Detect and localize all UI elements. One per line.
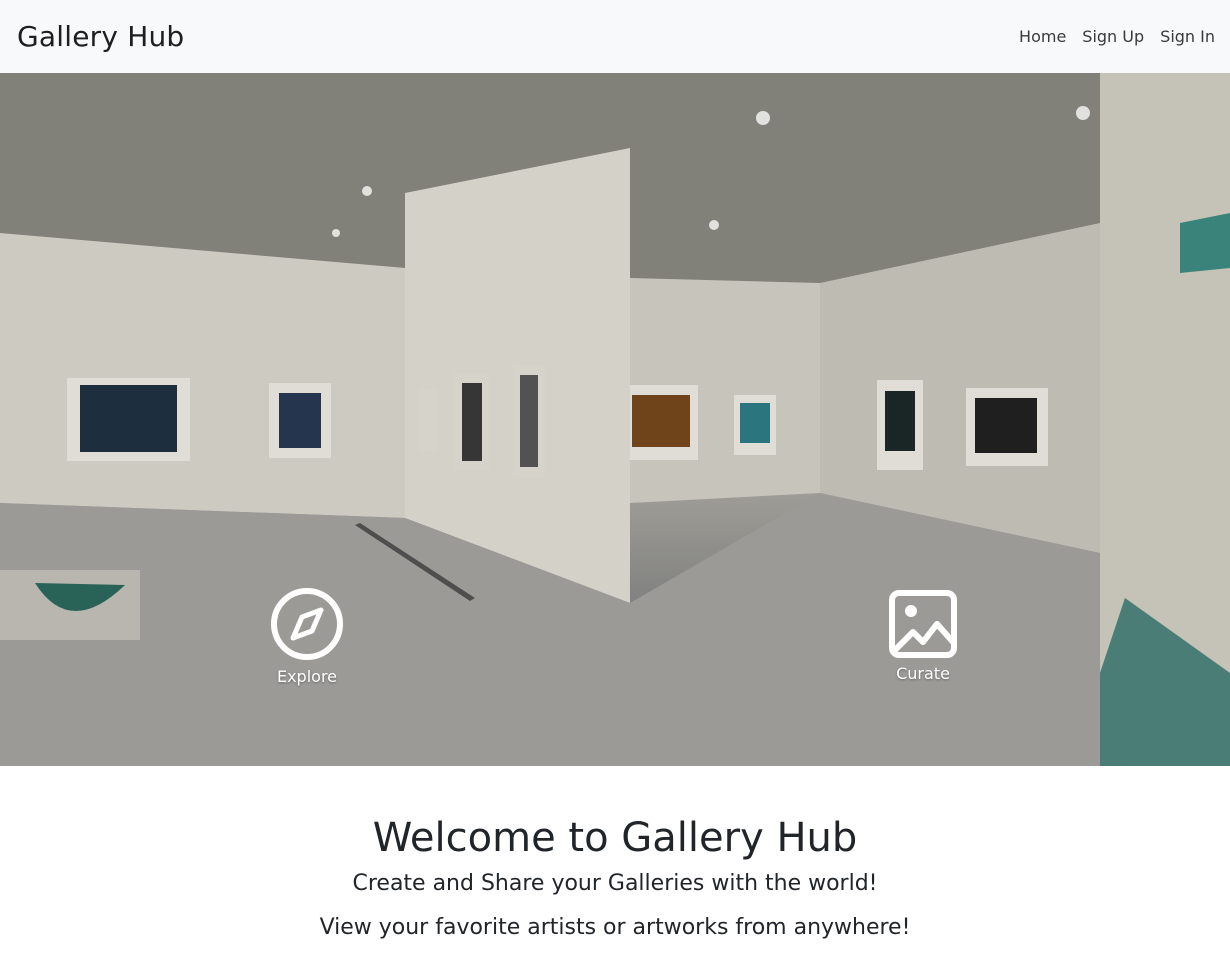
curate-label: Curate [896,664,950,683]
welcome-line-create: Create and Share your Galleries with the… [352,871,878,896]
welcome-title: Welcome to Gallery Hub [372,815,858,861]
nav-home-link[interactable]: Home [1019,27,1066,46]
nav-sign-up-link[interactable]: Sign Up [1082,27,1144,46]
curate-action[interactable]: Curate [863,590,983,683]
welcome-section: Welcome to Gallery Hub Create and Share … [0,766,1230,950]
welcome-line-view: View your favorite artists or artworks f… [319,915,911,940]
navbar: Gallery Hub Home Sign Up Sign In [0,0,1230,73]
gallery-photo [0,73,1230,766]
explore-label: Explore [276,667,338,686]
nav-sign-in-link[interactable]: Sign In [1160,27,1215,46]
image-icon [889,590,957,658]
brand-logo-text[interactable]: Gallery Hub [17,20,184,53]
hero-banner: Explore Curate [0,73,1230,766]
explore-action[interactable]: Explore [247,587,367,686]
nav-links: Home Sign Up Sign In [1019,27,1215,46]
compass-icon [271,588,343,660]
